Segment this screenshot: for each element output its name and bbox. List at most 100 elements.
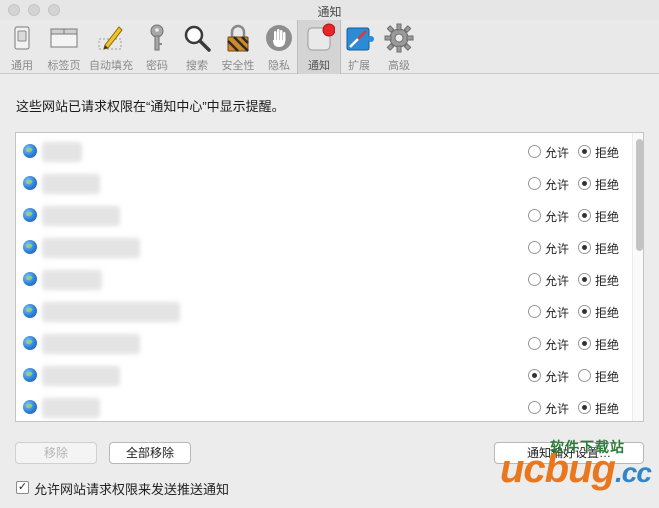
globe-icon bbox=[23, 176, 37, 190]
window-title: 通知 bbox=[317, 5, 342, 19]
toolbar-tab-autofill[interactable]: 自动填充 bbox=[88, 20, 134, 74]
toolbar-label: 通用 bbox=[11, 60, 33, 72]
toolbar-tab-extensions[interactable]: 扩展 bbox=[337, 20, 381, 74]
globe-icon bbox=[23, 208, 37, 222]
toolbar-tab-advanced[interactable]: 高级 bbox=[377, 20, 421, 74]
remove-all-button[interactable]: 全部移除 bbox=[109, 442, 191, 464]
site-name-redacted bbox=[42, 366, 120, 386]
toolbar-label: 隐私 bbox=[268, 60, 290, 72]
site-name-redacted bbox=[42, 238, 140, 258]
allow-label: 允许 bbox=[545, 402, 570, 416]
toolbar-label: 搜索 bbox=[186, 60, 208, 72]
toolbar-tab-passwords[interactable]: 密码 bbox=[135, 20, 179, 74]
deny-label: 拒绝 bbox=[595, 338, 620, 352]
globe-icon bbox=[23, 336, 37, 350]
site-row[interactable]: 允许 拒绝 bbox=[16, 135, 643, 167]
deny-radio[interactable] bbox=[578, 369, 591, 382]
site-name-redacted bbox=[42, 302, 180, 322]
website-permission-list[interactable]: 允许 拒绝 允许 拒绝 允许 拒绝 允许 拒绝 允许 拒绝 允许 拒绝 允许 拒绝 允许 拒绝 允许 拒绝 bbox=[15, 132, 644, 422]
site-row[interactable]: 允许 拒绝 bbox=[16, 327, 643, 359]
toolbar-tab-search[interactable]: 搜索 bbox=[175, 20, 219, 74]
toolbar-label: 标签页 bbox=[47, 60, 81, 72]
site-row[interactable]: 允许 拒绝 bbox=[16, 295, 643, 327]
site-row[interactable]: 允许 拒绝 bbox=[16, 167, 643, 199]
site-name-redacted bbox=[42, 174, 100, 194]
deny-radio[interactable] bbox=[578, 337, 591, 350]
allow-label: 允许 bbox=[545, 274, 570, 288]
hand-icon bbox=[266, 25, 292, 51]
allow-label: 允许 bbox=[545, 210, 570, 224]
list-scrollbar[interactable] bbox=[632, 133, 643, 421]
deny-radio[interactable] bbox=[578, 177, 591, 190]
pencil-icon bbox=[98, 26, 123, 50]
site-name-redacted bbox=[42, 334, 140, 354]
toolbar-tab-privacy[interactable]: 隐私 bbox=[257, 20, 301, 74]
site-row[interactable]: 允许 拒绝 bbox=[16, 263, 643, 295]
lock-icon bbox=[227, 24, 249, 52]
deny-radio[interactable] bbox=[578, 401, 591, 414]
allow-label: 允许 bbox=[545, 242, 570, 256]
remove-button[interactable]: 移除 bbox=[15, 442, 97, 464]
allow-radio[interactable] bbox=[528, 145, 541, 158]
toolbar-tab-tabs[interactable]: 标签页 bbox=[42, 20, 86, 74]
allow-label: 允许 bbox=[545, 306, 570, 320]
toolbar-tab-general[interactable]: 通用 bbox=[0, 20, 44, 74]
site-name-redacted bbox=[42, 142, 82, 162]
globe-icon bbox=[23, 368, 37, 382]
globe-icon bbox=[23, 304, 37, 318]
site-name-redacted bbox=[42, 206, 120, 226]
allow-push-requests-checkbox[interactable]: ✓ bbox=[16, 481, 29, 494]
notification-icon bbox=[307, 23, 335, 51]
site-row[interactable]: 允许 拒绝 bbox=[16, 231, 643, 263]
toolbar-label: 安全性 bbox=[221, 60, 255, 72]
allow-radio[interactable] bbox=[528, 209, 541, 222]
title-bar: 通知 bbox=[0, 0, 659, 20]
allow-radio[interactable] bbox=[528, 305, 541, 318]
globe-icon bbox=[23, 240, 37, 254]
allow-radio[interactable] bbox=[528, 337, 541, 350]
description-text: 这些网站已请求权限在“通知中心”中显示提醒。 bbox=[16, 99, 285, 114]
toolbar-label: 扩展 bbox=[348, 60, 370, 72]
allow-radio[interactable] bbox=[528, 401, 541, 414]
allow-radio[interactable] bbox=[528, 273, 541, 286]
deny-label: 拒绝 bbox=[595, 370, 620, 384]
deny-label: 拒绝 bbox=[595, 306, 620, 320]
watermark-logo-text: ucbug bbox=[500, 447, 616, 491]
deny-radio[interactable] bbox=[578, 305, 591, 318]
deny-label: 拒绝 bbox=[595, 402, 620, 416]
magnifier-icon bbox=[184, 25, 211, 52]
deny-label: 拒绝 bbox=[595, 178, 620, 192]
tabs-icon bbox=[50, 28, 78, 48]
allow-radio[interactable] bbox=[528, 369, 541, 382]
deny-radio[interactable] bbox=[578, 145, 591, 158]
deny-radio[interactable] bbox=[578, 209, 591, 222]
puzzle-icon bbox=[346, 27, 374, 51]
watermark-logo-suffix: .cc bbox=[614, 457, 652, 488]
allow-radio[interactable] bbox=[528, 177, 541, 190]
preferences-window: 通知 通用 标签页 自动填充 密码 搜索 安全性 隐私 通知 扩展 高级 这些网… bbox=[0, 0, 659, 508]
preferences-toolbar: 通用 标签页 自动填充 密码 搜索 安全性 隐私 通知 扩展 高级 bbox=[0, 20, 659, 74]
gear-icon bbox=[384, 23, 414, 53]
globe-icon bbox=[23, 144, 37, 158]
scrollbar-thumb[interactable] bbox=[636, 139, 643, 251]
allow-radio[interactable] bbox=[528, 241, 541, 254]
globe-icon bbox=[23, 272, 37, 286]
site-row[interactable]: 允许 拒绝 bbox=[16, 391, 643, 421]
switch-icon bbox=[14, 26, 30, 50]
deny-radio[interactable] bbox=[578, 273, 591, 286]
site-row[interactable]: 允许 拒绝 bbox=[16, 359, 643, 391]
toolbar-tab-security[interactable]: 安全性 bbox=[216, 20, 260, 74]
allow-label: 允许 bbox=[545, 178, 570, 192]
toolbar-label: 密码 bbox=[146, 60, 168, 72]
deny-radio[interactable] bbox=[578, 241, 591, 254]
deny-label: 拒绝 bbox=[595, 274, 620, 288]
key-icon bbox=[150, 24, 164, 51]
site-row[interactable]: 允许 拒绝 bbox=[16, 199, 643, 231]
deny-label: 拒绝 bbox=[595, 210, 620, 224]
allow-label: 允许 bbox=[545, 338, 570, 352]
toolbar-tab-notifications[interactable]: 通知 bbox=[297, 20, 341, 74]
toolbar-label: 高级 bbox=[388, 60, 410, 72]
toolbar-label: 自动填充 bbox=[89, 60, 133, 72]
allow-label: 允许 bbox=[545, 370, 570, 384]
allow-push-requests-label: 允许网站请求权限来发送推送通知 bbox=[34, 482, 230, 497]
